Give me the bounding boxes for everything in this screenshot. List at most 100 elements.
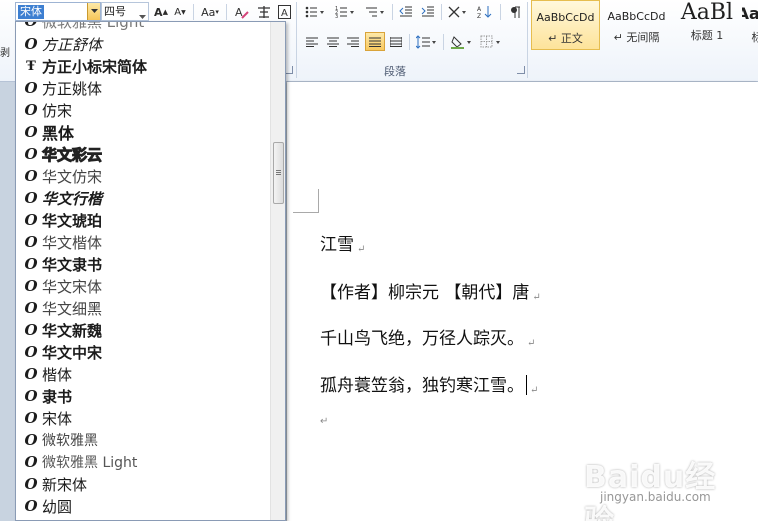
separator <box>226 4 227 20</box>
decrease-indent-icon[interactable] <box>398 3 414 21</box>
opentype-icon: O <box>24 365 38 383</box>
font-item[interactable]: O 楷体 <box>16 363 270 385</box>
font-item-label: 方正姚体 <box>42 79 103 98</box>
scrollbar[interactable] <box>270 22 285 520</box>
shading-icon[interactable] <box>450 33 474 51</box>
font-item-label: 宋体 <box>42 409 73 428</box>
font-item-label: 华文宋体 <box>42 277 103 296</box>
chevron-down-icon <box>90 9 98 13</box>
font-item[interactable]: Ŧ 方正小标宋简体 <box>16 55 270 77</box>
style-heading-2[interactable]: AaBl 标 <box>742 0 758 50</box>
show-hide-marks-icon[interactable] <box>508 3 524 21</box>
numbering-icon[interactable]: 123 <box>334 3 358 21</box>
separator <box>443 34 444 50</box>
character-border-icon[interactable]: A <box>277 3 291 21</box>
font-item-label: 微软雅黑 Light <box>42 455 138 471</box>
doc-verse-line: 孤舟蓑笠翁，独钓寒江雪。 <box>320 376 524 396</box>
separator <box>392 4 393 20</box>
align-center-icon[interactable] <box>325 33 341 51</box>
font-item[interactable]: O 方正舒体 <box>16 33 270 55</box>
opentype-icon: O <box>24 123 38 141</box>
word-window: 剥 宋体 四号 A ▲ A ▼ Aa ▾ A A 1 2 3 A Z 段落 Aa… <box>0 0 758 521</box>
opentype-icon: O <box>24 145 38 163</box>
change-case-button[interactable]: Aa ▾ <box>199 3 221 21</box>
font-item[interactable]: O 华文新魏 <box>16 319 270 341</box>
style-name: ↵ 无间隔 <box>613 31 660 44</box>
text-cursor <box>526 375 527 395</box>
margin-corner-mark <box>293 212 319 213</box>
font-item[interactable]: O 华文宋体 <box>16 275 270 297</box>
svg-text:3: 3 <box>335 14 338 19</box>
font-item-label: 微软雅黑 <box>42 433 98 449</box>
font-dialog-launcher-icon[interactable] <box>285 66 293 74</box>
scrollbar-thumb[interactable] <box>273 142 284 204</box>
style-sample: AaBbCcDd <box>536 11 595 24</box>
paragraph-dialog-launcher-icon[interactable] <box>517 66 525 74</box>
svg-text:A: A <box>281 8 288 19</box>
clear-formatting-icon[interactable]: A <box>234 3 250 21</box>
justify-button[interactable] <box>365 32 385 51</box>
borders-icon[interactable] <box>479 33 503 51</box>
doc-paragraph[interactable]: 千山鸟飞绝，万径人踪灭。 ↵ <box>320 324 535 349</box>
font-item[interactable]: O 黑体 <box>16 121 270 143</box>
paragraph-mark: ↵ <box>527 338 536 349</box>
shrink-font-button[interactable]: A ▼ <box>173 3 187 21</box>
doc-paragraph[interactable]: 【作者】柳宗元 【朝代】唐 ↵ <box>320 278 541 303</box>
font-item[interactable]: O 隶书 <box>16 385 270 407</box>
font-item[interactable]: O 华文行楷 <box>16 187 270 209</box>
font-item[interactable]: O 华文中宋 <box>16 341 270 363</box>
style-sample: AaBl <box>742 4 758 23</box>
svg-text:Z: Z <box>477 13 481 19</box>
bullets-icon[interactable] <box>304 3 328 21</box>
font-size-input[interactable]: 四号 <box>104 5 126 18</box>
font-item[interactable]: O 幼圆 <box>16 495 270 517</box>
line-spacing-icon[interactable] <box>415 33 439 51</box>
font-dropdown-list[interactable]: O 微软雅黑 Light O 方正舒体 Ŧ 方正小标宋简体 O 方正姚体 O 仿宋 O 黑体 O 华文… <box>15 21 286 521</box>
font-item[interactable]: O 微软雅黑 <box>16 429 270 451</box>
sort-icon[interactable]: AZ <box>476 3 494 21</box>
opentype-icon: O <box>24 453 38 471</box>
align-left-icon[interactable] <box>304 33 320 51</box>
grow-font-button[interactable]: A ▲ <box>154 3 168 21</box>
multilevel-list-icon[interactable] <box>364 3 388 21</box>
font-name-input[interactable]: 宋体 <box>18 5 44 19</box>
increase-indent-icon[interactable] <box>420 3 436 21</box>
opentype-icon: O <box>24 255 38 273</box>
opentype-icon: O <box>24 475 38 493</box>
font-item[interactable]: O 微软雅黑 Light <box>16 451 270 473</box>
font-size-combobox[interactable]: 四号 <box>101 2 149 21</box>
font-item[interactable]: O 微软雅黑 Light <box>16 22 270 32</box>
doc-verse-line: 千山鸟飞绝，万径人踪灭。 <box>320 329 524 349</box>
style-sample: AaBl <box>680 0 734 25</box>
font-item[interactable]: O 华文彩云 <box>16 143 270 165</box>
opentype-icon: O <box>24 79 38 97</box>
font-item[interactable]: O 华文琥珀 <box>16 209 270 231</box>
font-item[interactable]: O 新宋体 <box>16 473 270 495</box>
truetype-icon: Ŧ <box>26 58 36 74</box>
font-name-dropdown-button[interactable] <box>87 3 100 20</box>
opentype-icon: O <box>24 343 38 361</box>
chinese-layout-icon[interactable] <box>447 3 469 21</box>
doc-paragraph[interactable]: 孤舟蓑笠翁，独钓寒江雪。 ↵ <box>320 371 538 396</box>
font-item[interactable]: O 方正姚体 <box>16 77 270 99</box>
font-item[interactable]: O 仿宋 <box>16 99 270 121</box>
phonetic-guide-icon[interactable] <box>256 3 272 21</box>
align-right-icon[interactable] <box>345 33 361 51</box>
font-item-label: 方正小标宋简体 <box>42 57 148 76</box>
font-item[interactable]: O 华文仿宋 <box>16 165 270 187</box>
font-name-combobox[interactable]: 宋体 <box>15 2 101 21</box>
font-item[interactable]: O 宋体 <box>16 407 270 429</box>
style-normal[interactable]: AaBbCcDd ↵ 正文 <box>531 0 600 50</box>
font-item[interactable]: O 华文楷体 <box>16 231 270 253</box>
distributed-icon[interactable] <box>388 33 404 51</box>
doc-paragraph[interactable]: 江雪 ↵ <box>320 230 365 255</box>
font-item[interactable]: O 华文细黑 <box>16 297 270 319</box>
paragraph-mark: ↵ <box>532 292 541 303</box>
style-no-spacing[interactable]: AaBbCcDd ↵ 无间隔 <box>602 0 671 50</box>
paragraph-mark: ↵ <box>320 416 329 427</box>
font-item[interactable]: O 华文隶书 <box>16 253 270 275</box>
opentype-icon: O <box>24 211 38 229</box>
margin-corner-mark <box>318 189 319 213</box>
opentype-icon: O <box>24 167 38 185</box>
style-heading-1[interactable]: AaBl 标题 1 <box>673 0 741 50</box>
